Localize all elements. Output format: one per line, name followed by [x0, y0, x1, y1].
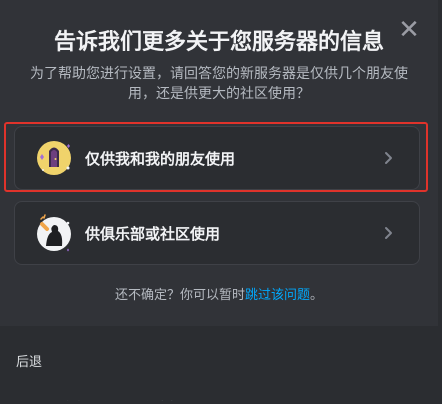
- modal-subtitle: 为了帮助您进行设置，请回答您的新服务器是仅供几个朋友使用，还是供更大的社区使用？: [30, 66, 408, 102]
- option-friends-button[interactable]: 仅供我和我的朋友使用: [14, 126, 420, 190]
- option-community-button[interactable]: 供俱乐部或社区使用: [14, 201, 420, 265]
- back-button[interactable]: 后退: [16, 351, 42, 370]
- skip-question-link[interactable]: 跳过该问题: [245, 288, 310, 303]
- option-label: 供俱乐部或社区使用: [85, 225, 221, 243]
- community-illustration-icon: [37, 214, 71, 252]
- friends-illustration-icon: [37, 141, 71, 175]
- chevron-right-icon: [385, 227, 392, 239]
- chevron-right-icon: [385, 152, 392, 164]
- hint-suffix: 。: [310, 288, 324, 303]
- skip-hint: 还不确定？你可以暂时跳过该问题。: [0, 284, 438, 303]
- hint-prefix: 还不确定？你可以暂时: [114, 288, 245, 303]
- server-info-modal: ✕ 告诉我们更多关于您服务器的信息 为了帮助您进行设置，请回答您的新服务器是仅供…: [0, 0, 438, 400]
- modal-title: 告诉我们更多关于您服务器的信息: [53, 30, 384, 55]
- modal-footer: 后退: [0, 326, 438, 400]
- option-label: 仅供我和我的朋友使用: [85, 150, 236, 168]
